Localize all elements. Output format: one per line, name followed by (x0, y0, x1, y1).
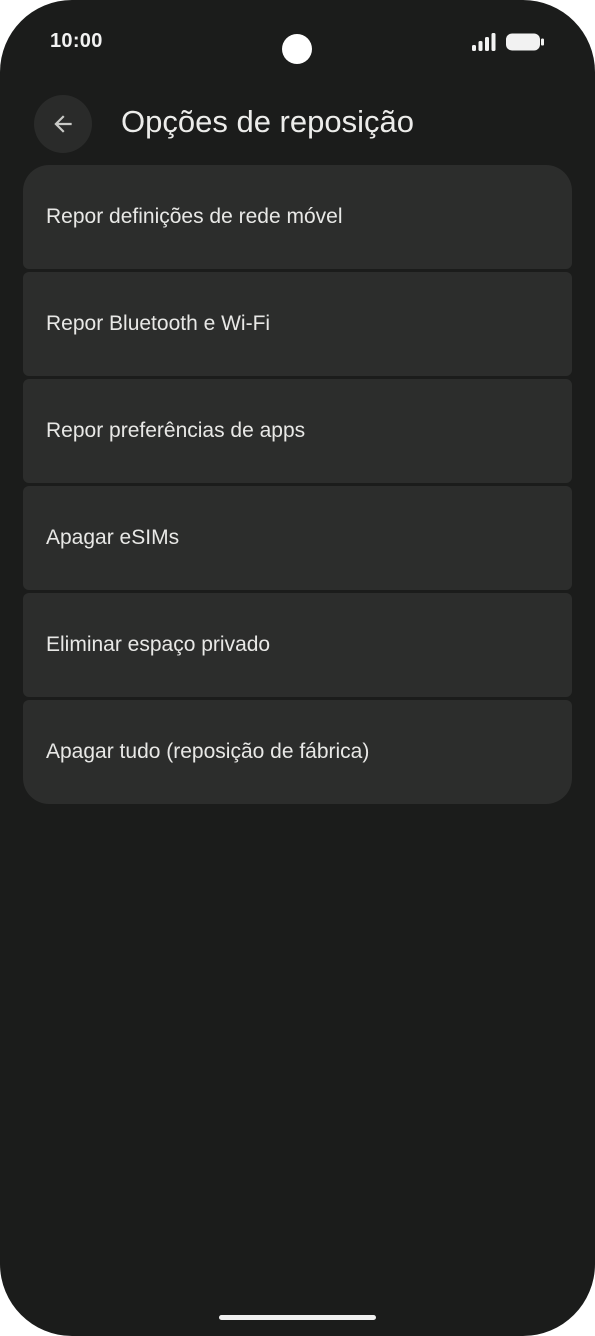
status-bar: 10:00 (0, 0, 595, 90)
camera-cutout (282, 34, 312, 64)
phone-screen: 10:00 Opções de reposição Repor definiçõ… (0, 0, 595, 1336)
list-item-label: Repor preferências de apps (46, 419, 306, 442)
signal-icon (472, 33, 496, 51)
battery-icon (506, 33, 544, 51)
factory-reset-item[interactable]: Apagar tudo (reposição de fábrica) (23, 700, 572, 804)
reset-mobile-network-item[interactable]: Repor definições de rede móvel (23, 165, 572, 269)
status-time: 10:00 (50, 30, 103, 52)
reset-options-list: Repor definições de rede móvel Repor Blu… (23, 165, 572, 804)
reset-bluetooth-wifi-item[interactable]: Repor Bluetooth e Wi-Fi (23, 272, 572, 376)
delete-private-space-item[interactable]: Eliminar espaço privado (23, 593, 572, 697)
arrow-left-icon (54, 115, 72, 133)
list-item-label: Apagar tudo (reposição de fábrica) (46, 740, 370, 763)
top-app-bar: Opções de reposição (0, 95, 595, 155)
list-item-label: Eliminar espaço privado (46, 633, 271, 656)
reset-app-preferences-item[interactable]: Repor preferências de apps (23, 379, 572, 483)
list-item-label: Repor definições de rede móvel (46, 205, 343, 228)
erase-esims-item[interactable]: Apagar eSIMs (23, 486, 572, 590)
home-indicator[interactable] (219, 1315, 376, 1320)
list-item-label: Repor Bluetooth e Wi-Fi (46, 312, 271, 335)
list-item-label: Apagar eSIMs (46, 526, 180, 549)
page-title: Opções de reposição (121, 104, 414, 139)
back-button[interactable] (34, 95, 92, 153)
